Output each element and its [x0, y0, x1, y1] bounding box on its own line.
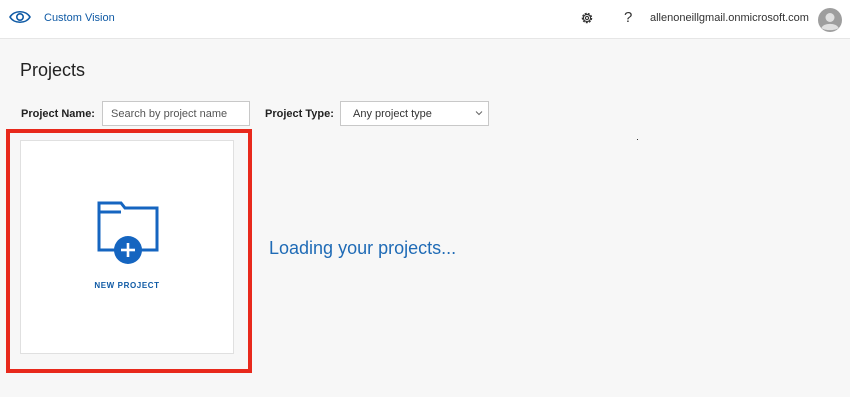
project-name-label: Project Name: — [21, 108, 95, 120]
page-title: Projects — [20, 60, 86, 80]
top-bar: Custom Vision ? allenoneillgmail.onmicro… — [0, 0, 850, 39]
new-project-button[interactable]: NEW PROJECT — [20, 140, 234, 354]
project-type-select[interactable]: Any project type — [340, 101, 489, 126]
account-name[interactable]: allenoneillgmail.onmicrosoft.com — [650, 12, 809, 24]
chevron-down-icon — [475, 111, 483, 116]
gear-icon[interactable] — [580, 11, 594, 25]
avatar-icon[interactable] — [818, 8, 842, 32]
app-title[interactable]: Custom Vision — [44, 12, 115, 24]
help-icon[interactable]: ? — [624, 9, 632, 26]
project-type-value: Any project type — [353, 108, 432, 120]
project-type-label: Project Type: — [265, 108, 334, 120]
stray-dot — [637, 139, 638, 140]
search-input[interactable] — [102, 101, 250, 126]
loading-message: Loading your projects... — [269, 238, 457, 258]
folder-add-icon — [97, 201, 159, 264]
eye-icon[interactable] — [9, 9, 31, 25]
new-project-label: NEW PROJECT — [94, 281, 160, 290]
